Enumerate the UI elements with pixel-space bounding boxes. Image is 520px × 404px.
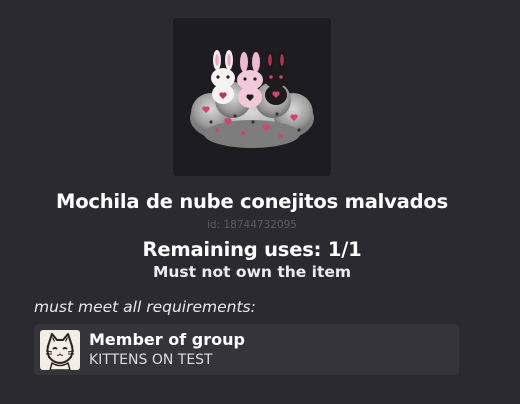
cat-group-icon [40, 330, 80, 370]
bunny-cloud-backpack-icon [190, 50, 314, 148]
ownership-requirement: Must not own the item [152, 263, 352, 281]
requirement-group-name: KITTENS ON TEST [89, 352, 213, 368]
requirement-type: Member of group [89, 330, 245, 349]
item-id: id: 18744732095 [207, 219, 297, 231]
requirements-heading: must meet all requirements: [34, 298, 256, 316]
remaining-uses: Remaining uses: 1/1 [142, 238, 362, 261]
requirement-card: Member of group KITTENS ON TEST [34, 324, 459, 375]
item-name: Mochila de nube conejitos malvados [55, 190, 448, 213]
item-thumbnail [173, 18, 331, 176]
